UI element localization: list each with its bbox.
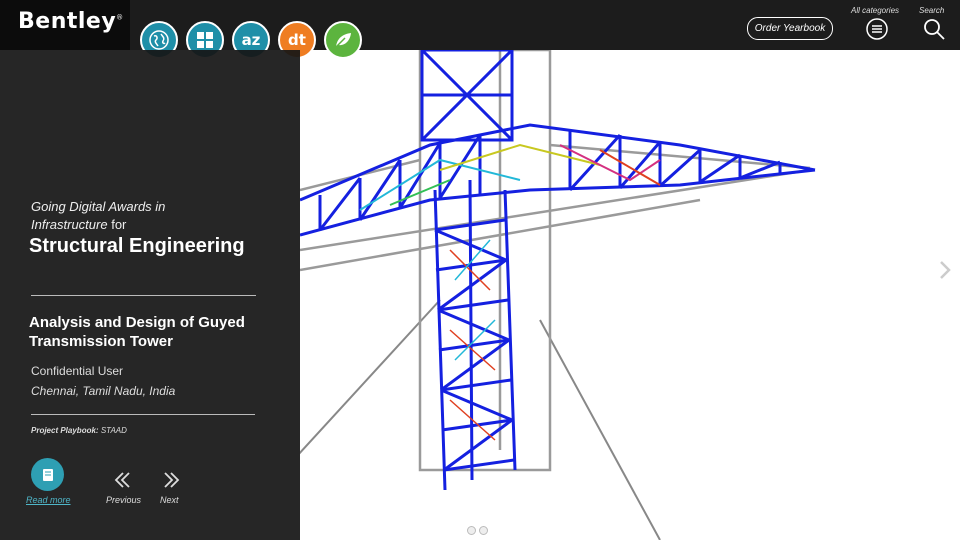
award-for: for <box>111 217 127 232</box>
menu-icon[interactable] <box>865 17 889 41</box>
carousel-dots <box>467 526 488 535</box>
logo-text: Bentley <box>18 9 117 34</box>
playbook-label: Project Playbook: <box>31 426 99 435</box>
order-yearbook-button[interactable]: Order Yearbook <box>747 17 833 40</box>
read-more-button[interactable] <box>31 458 64 491</box>
location: Chennai, Tamil Nadu, India <box>31 384 176 398</box>
next-icon[interactable] <box>161 470 181 490</box>
divider <box>31 295 256 296</box>
project-title: Analysis and Design of Guyed Transmissio… <box>29 314 245 350</box>
previous-icon[interactable] <box>113 470 133 490</box>
leaf-icon[interactable] <box>324 21 362 59</box>
logo-registered-mark: ® <box>116 13 124 22</box>
book-icon <box>42 468 53 481</box>
organization: Confidential User <box>31 364 124 378</box>
transmission-tower-model <box>300 50 816 540</box>
carousel-dot[interactable] <box>479 526 488 535</box>
read-more-link[interactable]: Read more <box>26 495 71 505</box>
search-label: Search <box>919 6 945 15</box>
previous-button[interactable]: Previous <box>106 495 141 505</box>
award-title: Going Digital Awards in <box>31 199 166 214</box>
chevron-right-icon[interactable] <box>938 260 952 280</box>
az-glyph: az <box>241 31 261 49</box>
all-categories-label: All categories <box>851 6 900 15</box>
next-button[interactable]: Next <box>160 495 179 505</box>
project-playbook: Project Playbook: STAAD <box>31 426 127 435</box>
search-icon[interactable] <box>922 17 946 41</box>
carousel-dot[interactable] <box>467 526 476 535</box>
playbook-value: STAAD <box>100 426 127 435</box>
award-subtitle-italic: Infrastructure <box>31 217 108 232</box>
divider <box>31 414 255 415</box>
model-viewport <box>300 50 960 540</box>
dt-glyph: dt <box>288 31 306 49</box>
award-subtitle: Infrastructure for <box>31 216 126 234</box>
logo[interactable]: Bentley® <box>0 0 130 50</box>
project-info-panel: Going Digital Awards in Infrastructure f… <box>0 50 300 540</box>
category-title: Structural Engineering <box>29 235 245 257</box>
